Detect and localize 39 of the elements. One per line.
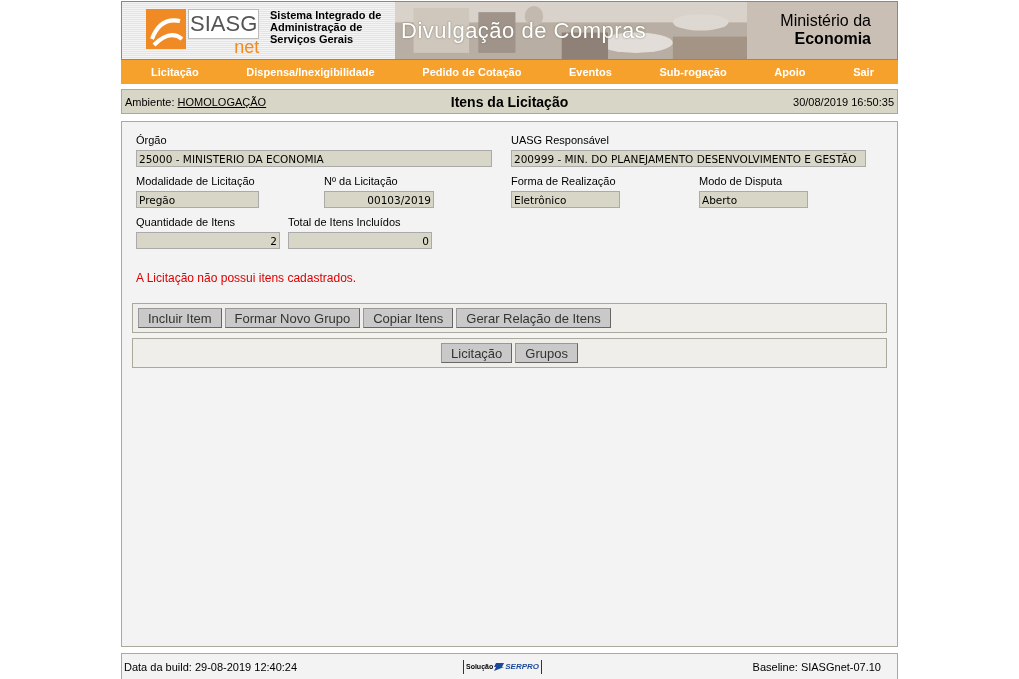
page-title: Itens da Licitação (450, 93, 569, 110)
field-label: Forma de Realização (511, 174, 617, 189)
action-button[interactable]: Incluir Item (138, 308, 222, 328)
ministry-name: Economia (794, 30, 871, 48)
logo-text: SIASG (188, 9, 260, 39)
logo-subtext: net (234, 39, 260, 55)
field-label: Modalidade de Licitação (136, 174, 256, 189)
input-field[interactable]: 00103/2019 (324, 191, 434, 208)
nav-button[interactable]: Licitação (441, 343, 513, 363)
action-button[interactable]: Copiar Itens (363, 308, 454, 328)
field-label: Modo de Disputa (699, 174, 784, 189)
field-label: Total de Itens Incluídos (288, 215, 402, 230)
input-field[interactable]: Pregão (136, 191, 259, 208)
logo-icon (146, 9, 186, 49)
field-label: Quantidade de Itens (136, 215, 237, 230)
ministry-name: Ministério da (780, 12, 871, 30)
input-field[interactable]: 0 (288, 232, 432, 249)
baseline-version: Baseline: SIASGnet-07.10 (751, 660, 882, 673)
field-label: Órgão (136, 133, 168, 148)
input-field[interactable]: 200999 - MIN. DO PLANEJAMENTO DESENVOLVIMENTO E GESTÃO (511, 150, 866, 167)
error-message: A Licitação não possui itens cadastrados. (136, 271, 358, 287)
serpro-icon (494, 661, 505, 672)
input-field[interactable]: Eletrônico (511, 191, 620, 208)
system-name-line: Sistema Integrado de (270, 9, 383, 21)
field-label: Nº da Licitação (324, 174, 399, 189)
action-button[interactable]: Gerar Relação de Itens (456, 308, 611, 328)
nav-button[interactable]: Grupos (515, 343, 578, 363)
vendor-name: SERPRO (505, 662, 539, 671)
date-time: 30/08/2019 16:50:35 (792, 95, 894, 108)
action-button[interactable]: Formar Novo Grupo (224, 308, 361, 328)
build-date: Data da build: 29-08-2019 12:40:24 (124, 660, 299, 673)
input-field[interactable]: 2 (136, 232, 280, 249)
environment-link[interactable]: HOMOLOGAÇÃO (177, 95, 267, 108)
system-name-line: Administração de (270, 21, 364, 33)
environment-label: Ambiente: (125, 95, 175, 108)
field-label: UASG Responsável (511, 133, 610, 148)
system-name-line: Serviços Gerais (270, 33, 355, 45)
input-field[interactable]: 25000 - MINISTERIO DA ECONOMIA (136, 150, 492, 167)
input-field[interactable]: Aberto (699, 191, 808, 208)
